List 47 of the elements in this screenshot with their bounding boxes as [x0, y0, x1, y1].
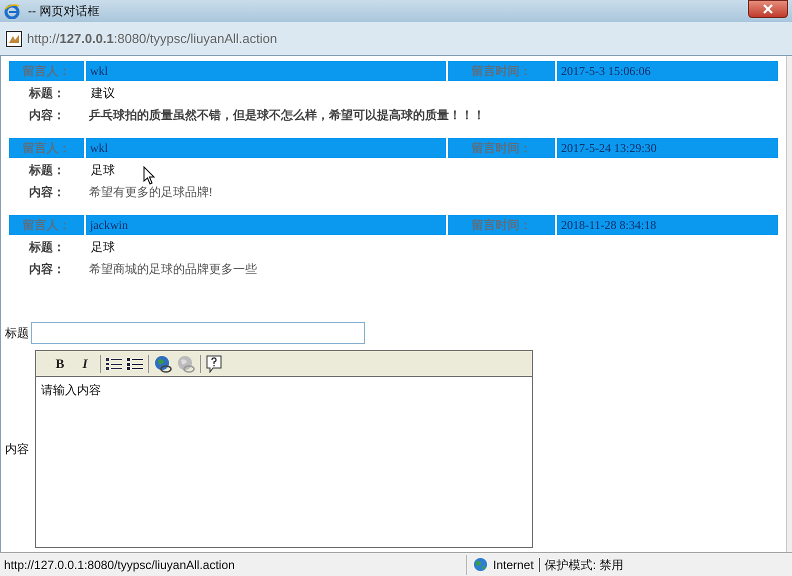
address-url: http://127.0.0.1:8080/tyypsc/liuyanAll.action [27, 30, 278, 48]
status-url: http://127.0.0.1:8080/tyypsc/liuyanAll.action [3, 556, 236, 574]
window-title: -- 网页对话框 [28, 3, 100, 20]
scrollbar[interactable] [786, 56, 792, 552]
italic-button[interactable]: I [75, 354, 95, 374]
editor-text: 请输入内容 [40, 382, 102, 399]
close-button[interactable] [748, 0, 788, 18]
globe-link-icon[interactable] [154, 354, 172, 372]
post-time: 2018-11-28 8:34:18 [557, 215, 778, 235]
title-label: 标题： [29, 238, 66, 256]
numbered-list-icon[interactable] [106, 356, 122, 370]
title-label: 标题： [29, 84, 66, 102]
time-label: 留言时间： [448, 61, 555, 81]
rich-text-editor[interactable]: B I 请输入内容 [35, 350, 533, 548]
post-time: 2017-5-24 13:29:30 [557, 138, 778, 158]
author-label: 留言人： [9, 215, 84, 235]
protected-mode: 保护模式: 禁用 [544, 556, 624, 574]
message-title: 足球 [91, 238, 115, 256]
globe-icon [473, 557, 488, 572]
browser-icon [4, 3, 20, 19]
title-label: 标题： [29, 162, 66, 178]
author-name: wkl [86, 138, 446, 158]
bold-button[interactable]: B [50, 354, 70, 374]
title-field-label: 标题 [5, 325, 29, 342]
close-icon [763, 4, 773, 14]
title-input-field[interactable] [31, 322, 365, 344]
message-content: 希望商城的足球的品牌更多一些 [89, 261, 257, 278]
bullet-list-icon[interactable] [127, 356, 143, 370]
cursor-icon [143, 166, 156, 185]
author-label: 留言人： [9, 138, 84, 158]
page-icon [6, 30, 22, 46]
content-label: 内容： [29, 261, 66, 278]
help-icon[interactable] [206, 354, 222, 372]
message-content: 希望有更多的足球品牌! [89, 184, 212, 201]
author-name: wkl [86, 61, 446, 81]
content-field-label: 内容 [5, 441, 30, 458]
content-label: 内容： [29, 107, 66, 124]
time-label: 留言时间： [448, 138, 555, 158]
author-name: jackwin [86, 215, 446, 235]
security-zone: Internet [493, 556, 534, 574]
message-title: 足球 [91, 162, 115, 178]
time-label: 留言时间： [448, 215, 555, 235]
author-label: 留言人： [9, 61, 84, 81]
message-content: 乒乓球拍的质量虽然不错，但是球不怎么样，希望可以提高球的质量！！！ [89, 107, 485, 124]
post-time: 2017-5-3 15:06:06 [557, 61, 778, 81]
message-title: 建议 [91, 84, 115, 102]
content-label: 内容： [29, 184, 66, 201]
